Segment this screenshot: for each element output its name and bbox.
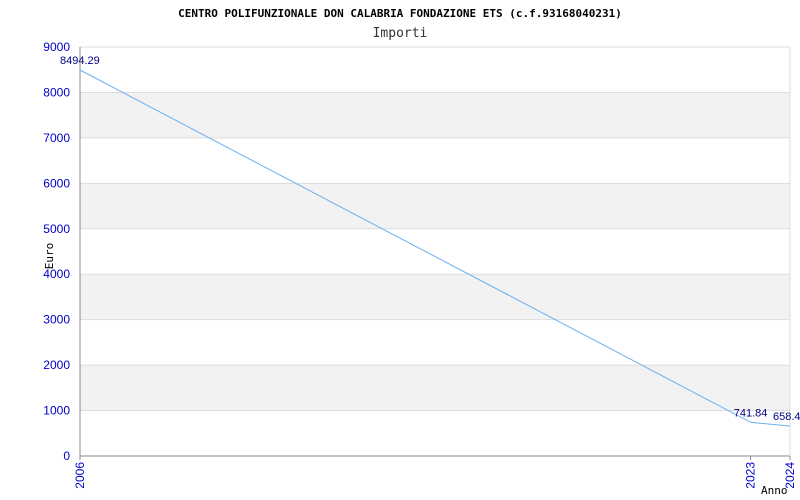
y-tick-label: 5000 bbox=[43, 222, 70, 236]
y-tick-label: 2000 bbox=[43, 358, 70, 372]
y-tick-label: 0 bbox=[63, 449, 70, 463]
grid-band bbox=[80, 365, 790, 411]
x-tick-label: 2006 bbox=[73, 462, 87, 489]
y-tick-label: 9000 bbox=[43, 40, 70, 54]
y-tick-label: 8000 bbox=[43, 85, 70, 99]
y-tick-label: 1000 bbox=[43, 404, 70, 418]
data-label: 658.4 bbox=[773, 411, 800, 423]
chart-subtitle: Importi bbox=[373, 26, 428, 41]
chart-title: CENTRO POLIFUNZIONALE DON CALABRIA FONDA… bbox=[178, 7, 622, 20]
y-axis-label: Euro bbox=[43, 243, 56, 270]
grid-band bbox=[80, 183, 790, 229]
y-tick-label: 7000 bbox=[43, 131, 70, 145]
x-tick-label: 2023 bbox=[744, 462, 758, 489]
y-tick-label: 6000 bbox=[43, 176, 70, 190]
data-label: 8494.29 bbox=[60, 55, 100, 67]
data-label: 741.84 bbox=[734, 407, 768, 419]
y-tick-label: 3000 bbox=[43, 313, 70, 327]
x-axis-label: Anno bbox=[761, 484, 788, 497]
line-chart: 0100020003000400050006000700080009000 20… bbox=[0, 0, 800, 500]
grid-band bbox=[80, 92, 790, 138]
chart-background bbox=[0, 0, 800, 500]
grid-band bbox=[80, 274, 790, 320]
